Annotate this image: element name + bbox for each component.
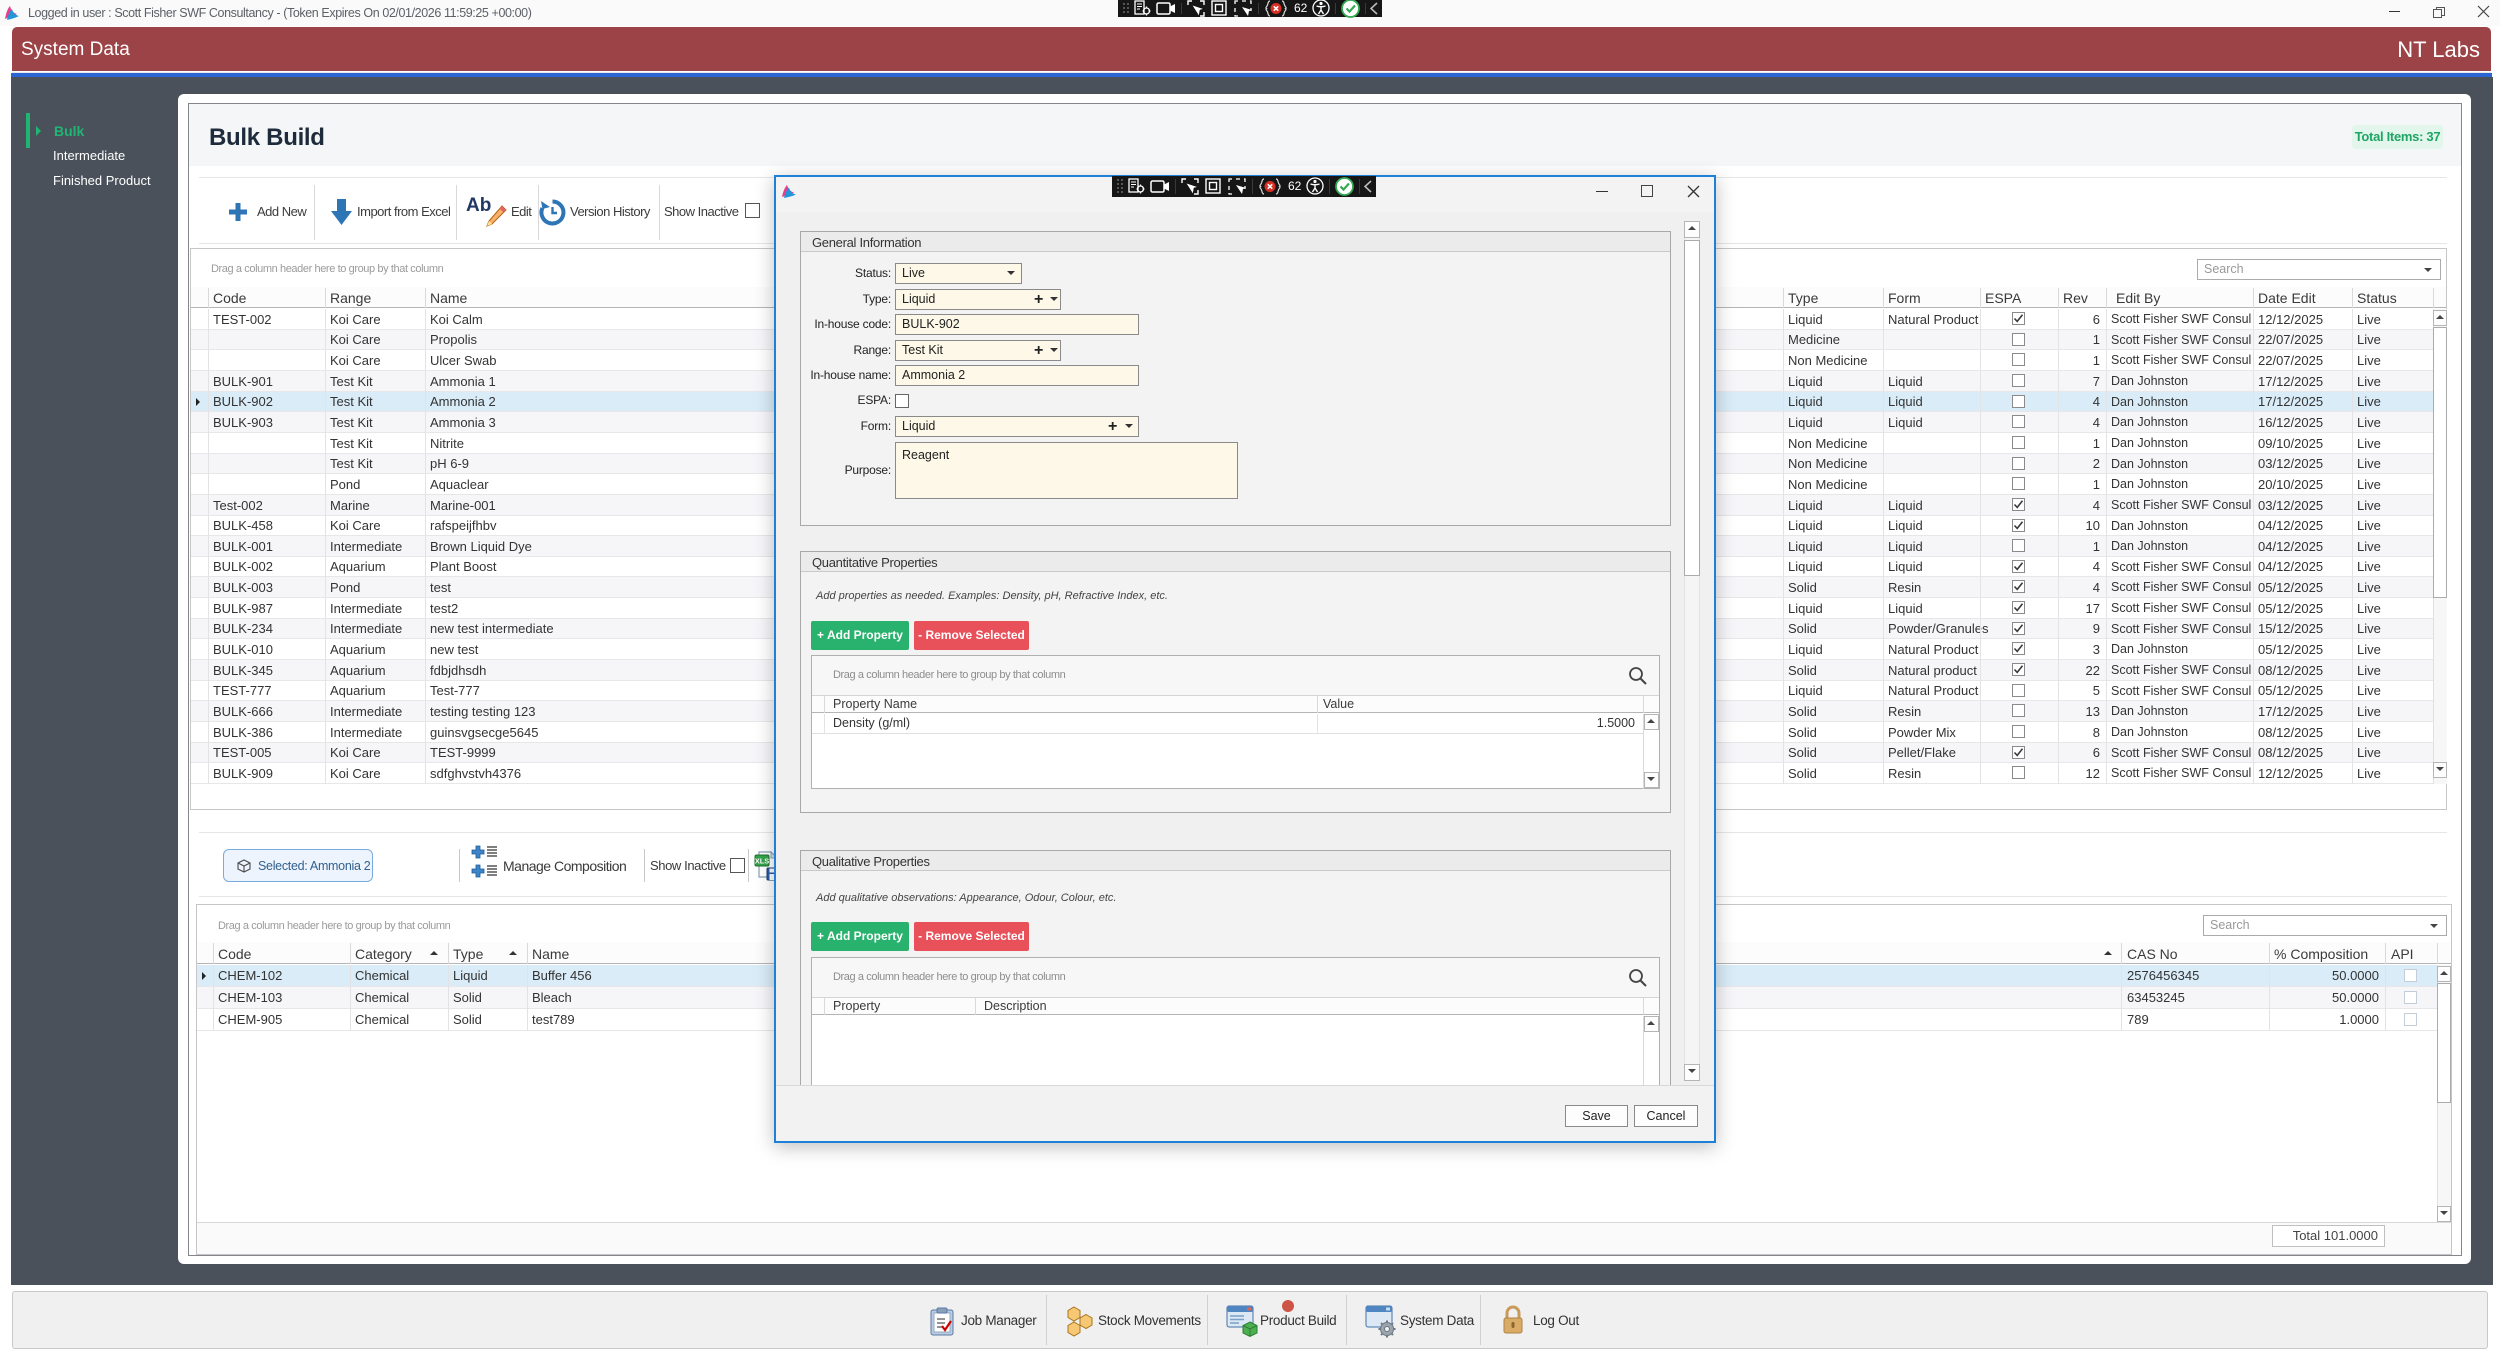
svg-text:XLS: XLS <box>755 857 770 866</box>
